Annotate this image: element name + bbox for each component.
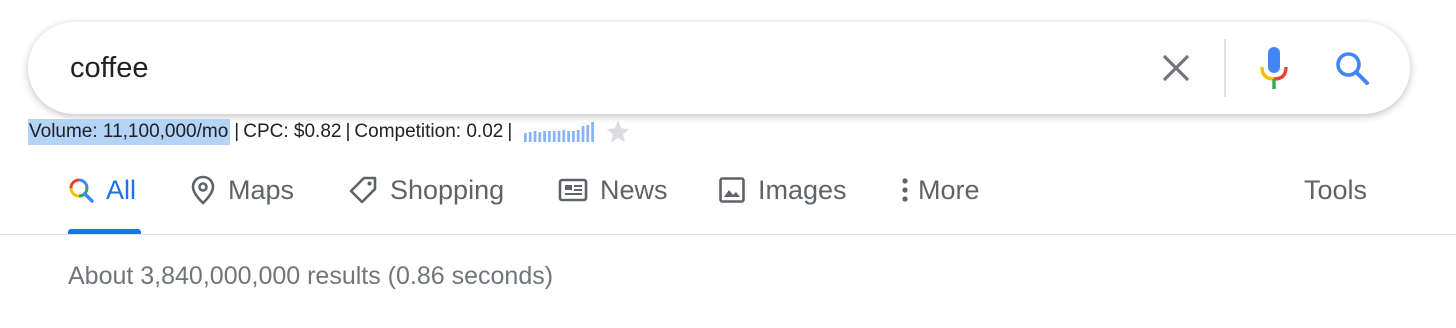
tag-icon xyxy=(348,174,378,206)
trend-bar xyxy=(581,126,585,142)
tab-label: Images xyxy=(758,175,847,205)
star-icon[interactable] xyxy=(604,119,632,145)
microphone-icon xyxy=(1258,45,1290,96)
result-stats: About 3,840,000,000 results (0.86 second… xyxy=(68,262,554,290)
search-tabs: All Maps Shopping News Images More Tools xyxy=(0,160,1456,234)
trend-bar xyxy=(577,130,580,142)
trend-bar xyxy=(533,131,537,142)
tab-label: Maps xyxy=(228,175,295,205)
trend-bar xyxy=(586,125,590,142)
tab-all[interactable]: All xyxy=(68,160,136,234)
separator: | xyxy=(234,121,240,142)
search-button[interactable] xyxy=(1328,46,1376,94)
google-search-icon xyxy=(68,174,94,206)
clear-search-button[interactable] xyxy=(1154,48,1198,92)
trend-bar xyxy=(557,131,561,142)
keyword-metrics-bar: Volume: 11,100,000/mo | CPC: $0.82 | Com… xyxy=(28,117,632,147)
tab-more[interactable]: More xyxy=(900,160,980,234)
tab-label: More xyxy=(918,175,980,205)
trend-bar xyxy=(591,122,595,142)
separator: | xyxy=(507,121,513,142)
search-input[interactable] xyxy=(70,44,1120,92)
search-icon xyxy=(1334,50,1370,91)
tab-shopping[interactable]: Shopping xyxy=(348,160,504,234)
trend-bar xyxy=(562,130,566,142)
tab-label: News xyxy=(600,175,668,205)
trend-bar xyxy=(529,132,532,142)
trend-bar xyxy=(548,131,552,142)
keyword-competition: Competition: 0.02 xyxy=(354,121,504,142)
voice-search-button[interactable] xyxy=(1250,44,1298,96)
image-icon xyxy=(718,174,746,206)
map-pin-icon xyxy=(190,174,216,206)
trend-bar xyxy=(538,132,542,142)
newspaper-icon xyxy=(558,174,588,206)
tab-label: Shopping xyxy=(390,175,505,205)
tab-images[interactable]: Images xyxy=(718,160,847,234)
tab-news[interactable]: News xyxy=(558,160,668,234)
tab-label: All xyxy=(106,175,137,205)
keyword-volume: Volume: 11,100,000/mo xyxy=(28,119,231,145)
trend-bar xyxy=(567,131,571,142)
trend-bar xyxy=(553,131,556,142)
separator: | xyxy=(345,121,351,142)
tabs-divider xyxy=(0,234,1456,235)
trend-sparkline xyxy=(524,122,596,142)
trend-bar xyxy=(543,131,547,142)
trend-bar xyxy=(572,131,576,142)
tools-label: Tools xyxy=(1304,175,1368,205)
search-box-divider xyxy=(1224,39,1226,97)
tab-maps[interactable]: Maps xyxy=(190,160,294,234)
search-box xyxy=(28,22,1410,114)
tools-button[interactable]: Tools xyxy=(1304,160,1367,234)
more-vert-icon xyxy=(900,174,910,206)
trend-bar xyxy=(524,133,528,142)
keyword-cpc: CPC: $0.82 xyxy=(243,121,342,142)
close-icon xyxy=(1161,53,1191,88)
